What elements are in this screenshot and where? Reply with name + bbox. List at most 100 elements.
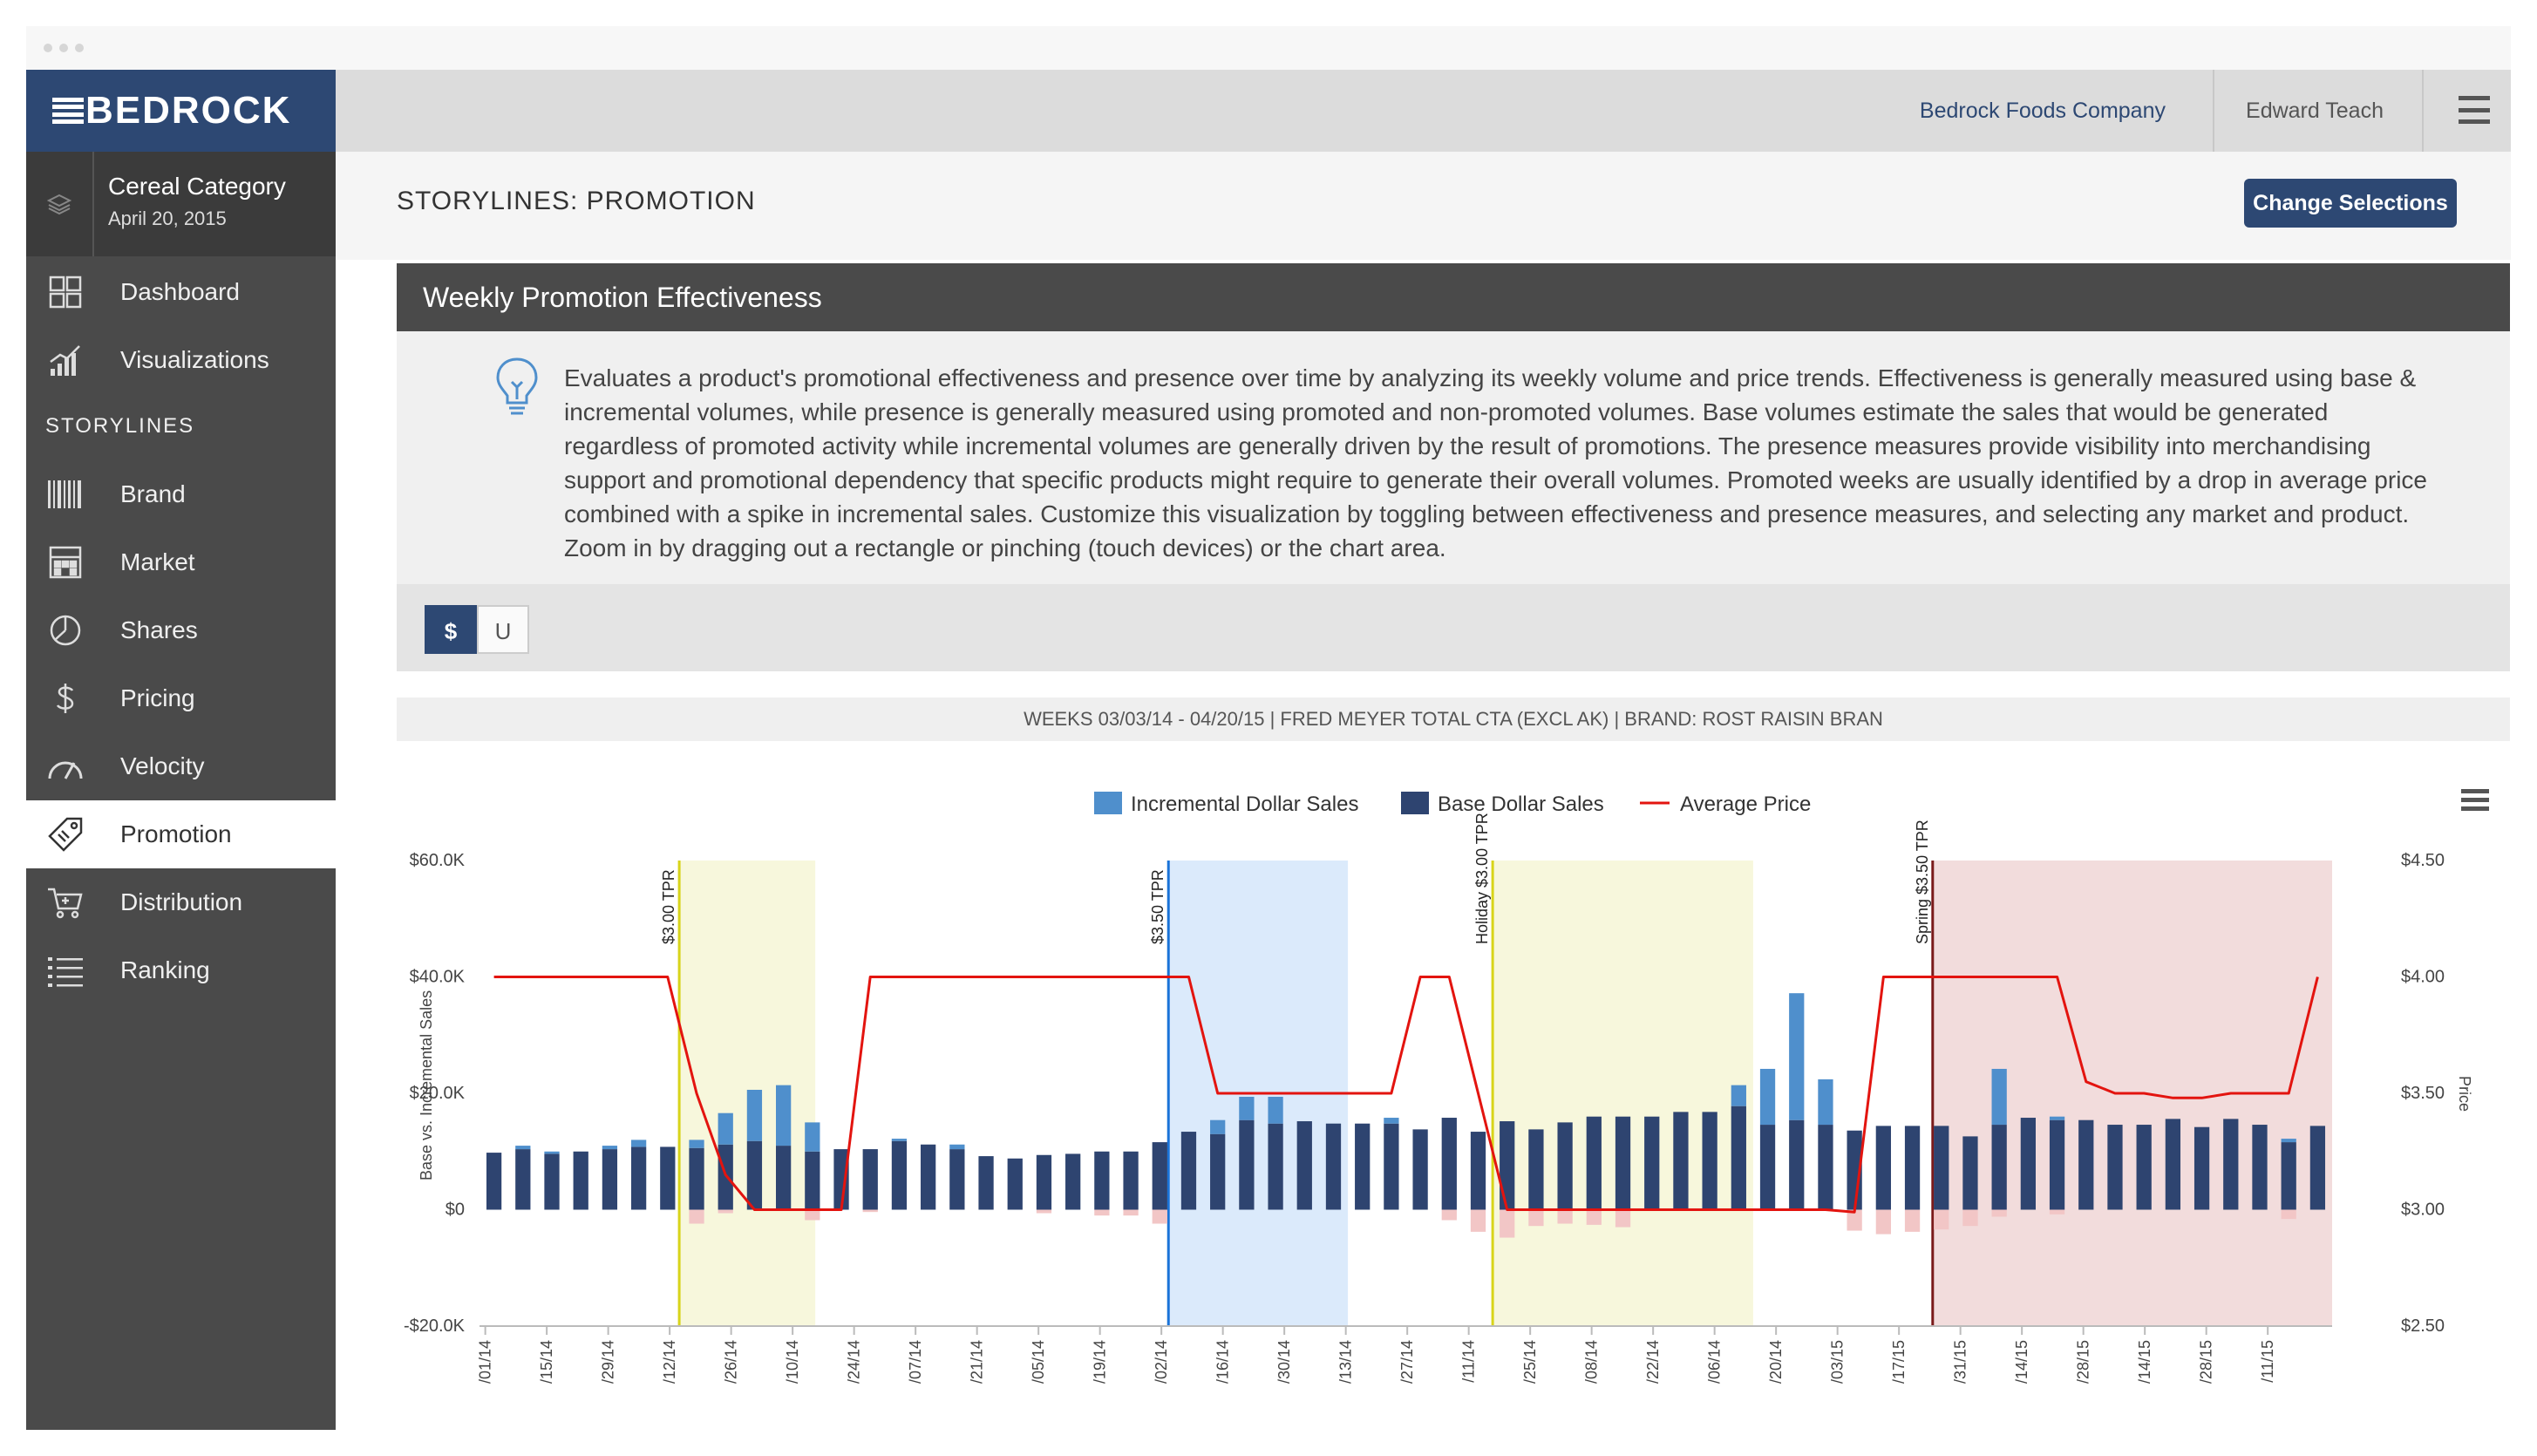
cart-icon [44, 881, 87, 924]
divider [2213, 70, 2214, 152]
page-title: STORYLINES: PROMOTION [397, 187, 756, 215]
dashboard-icon [44, 270, 87, 314]
sidebar-item-label: Shares [120, 616, 198, 643]
category-selector[interactable]: Cereal Category April 20, 2015 [26, 152, 336, 256]
base-bar [1268, 1123, 1283, 1210]
legend-label-incremental[interactable]: Incremental Dollar Sales [1131, 793, 1358, 816]
incremental-bar [689, 1140, 704, 1148]
logo[interactable]: BEDROCK [26, 70, 336, 152]
base-bar [630, 1146, 647, 1210]
logo-mark-icon [52, 98, 84, 124]
negative-incremental-bar [1991, 1209, 2007, 1217]
base-bar [2194, 1126, 2210, 1210]
storylines-section-label: STORYLINES [45, 414, 195, 438]
company-link[interactable]: Bedrock Foods Company [1920, 70, 2166, 152]
x-tick-label: /19/14 [1092, 1340, 1109, 1384]
barcode-icon [44, 473, 87, 516]
description-box: Evaluates a product's promotional effect… [397, 331, 2510, 584]
promotion-chart[interactable]: Incremental Dollar Sales Base Dollar Sal… [397, 759, 2510, 1430]
promotion-label: $3.00 TPR [660, 869, 677, 944]
negative-incremental-bar [1441, 1209, 1457, 1221]
sidebar-item-brand[interactable]: Brand [26, 460, 336, 528]
negative-incremental-bar [1586, 1209, 1602, 1225]
y-tick-label: $60.0K [410, 851, 466, 870]
window-dot [59, 44, 68, 52]
negative-incremental-bar [2049, 1209, 2065, 1214]
sidebar-item-market[interactable]: Market [26, 528, 336, 596]
sidebar-item-shares[interactable]: Shares [26, 596, 336, 664]
incremental-bar [515, 1146, 531, 1150]
x-tick-label: /28/15 [2075, 1340, 2092, 1384]
base-bar [1180, 1132, 1197, 1210]
measure-toggle-bar: $ U [397, 584, 2510, 671]
chart-container[interactable]: Incremental Dollar Sales Base Dollar Sal… [397, 759, 2510, 1384]
window-dot [44, 44, 52, 52]
legend-swatch-base [1401, 792, 1429, 814]
base-bar [1759, 1125, 1776, 1210]
base-bar [1065, 1153, 1081, 1210]
base-bar [862, 1149, 878, 1210]
list-icon [44, 949, 87, 992]
base-bar [1296, 1121, 1312, 1210]
x-tick-label: /27/14 [1398, 1340, 1416, 1384]
negative-incremental-bar [2281, 1209, 2296, 1220]
incremental-bar [544, 1151, 560, 1154]
base-bar [2107, 1125, 2123, 1210]
x-tick-label: /07/14 [907, 1340, 924, 1384]
base-bar [805, 1151, 820, 1210]
sidebar-item-ranking[interactable]: Ranking [26, 936, 336, 1004]
lightbulb-icon [493, 356, 541, 421]
base-bar [1615, 1116, 1631, 1210]
base-bar [689, 1147, 704, 1210]
x-tick-label: /17/15 [1890, 1340, 1908, 1384]
incremental-bar [602, 1146, 618, 1150]
change-selections-button[interactable]: Change Selections [2244, 179, 2457, 228]
base-bar [1325, 1123, 1342, 1210]
units-toggle-button[interactable]: U [477, 605, 529, 654]
promotion-band [1493, 861, 1753, 1326]
chart-filter-info: WEEKS 03/03/14 - 04/20/15 | FRED MEYER T… [397, 697, 2510, 741]
base-bar [776, 1146, 792, 1210]
legend-label-base[interactable]: Base Dollar Sales [1438, 793, 1604, 816]
legend-label-price[interactable]: Average Price [1680, 793, 1811, 816]
incremental-bar [746, 1089, 763, 1141]
negative-incremental-bar [805, 1209, 820, 1221]
sidebar-item-label: Brand [120, 480, 186, 507]
incremental-bar [1210, 1119, 1226, 1134]
negative-incremental-bar [1036, 1209, 1052, 1214]
sidebar-item-promotion[interactable]: Promotion [26, 800, 336, 868]
base-bar [1470, 1132, 1486, 1210]
sidebar-item-distribution[interactable]: Distribution [26, 868, 336, 936]
negative-incremental-bar [862, 1209, 878, 1213]
sidebar-item-label: Market [120, 548, 195, 575]
sidebar-item-label: Distribution [120, 888, 243, 915]
y2-axis-label: Price [2456, 1076, 2473, 1112]
sidebar-item-velocity[interactable]: Velocity [26, 732, 336, 800]
user-menu[interactable]: Edward Teach [2246, 70, 2384, 152]
x-tick-label: /15/14 [538, 1340, 555, 1384]
sidebar-item-pricing[interactable]: Pricing [26, 664, 336, 732]
base-bar [1528, 1129, 1544, 1210]
base-bar [2078, 1119, 2094, 1210]
dollars-toggle-button[interactable]: $ [425, 605, 477, 654]
sidebar-item-label: Pricing [120, 684, 195, 711]
promotion-label: $3.50 TPR [1149, 869, 1166, 944]
plot-area: $3.00 TPR $3.50 TPR Holiday $3.00 TPR Sprin… [404, 813, 2445, 1384]
sidebar-item-visualizations[interactable]: Visualizations [26, 326, 336, 394]
chart-menu-icon[interactable] [2461, 789, 2489, 811]
base-bar [1412, 1129, 1428, 1210]
x-tick-label: /21/14 [969, 1340, 986, 1384]
base-bar [1384, 1123, 1399, 1210]
base-bar [2309, 1126, 2326, 1210]
sidebar-item-label: Promotion [120, 820, 232, 847]
hamburger-menu-icon[interactable] [2459, 96, 2490, 124]
category-title: Cereal Category [108, 173, 286, 200]
base-bar [2049, 1119, 2065, 1210]
incremental-bar [2281, 1139, 2296, 1143]
base-bar [1210, 1133, 1226, 1210]
negative-incremental-bar [689, 1209, 704, 1224]
base-bar [1586, 1116, 1602, 1210]
sidebar-item-label: Ranking [120, 956, 210, 983]
sidebar-item-dashboard[interactable]: Dashboard [26, 258, 336, 326]
negative-incremental-bar [1500, 1209, 1515, 1238]
